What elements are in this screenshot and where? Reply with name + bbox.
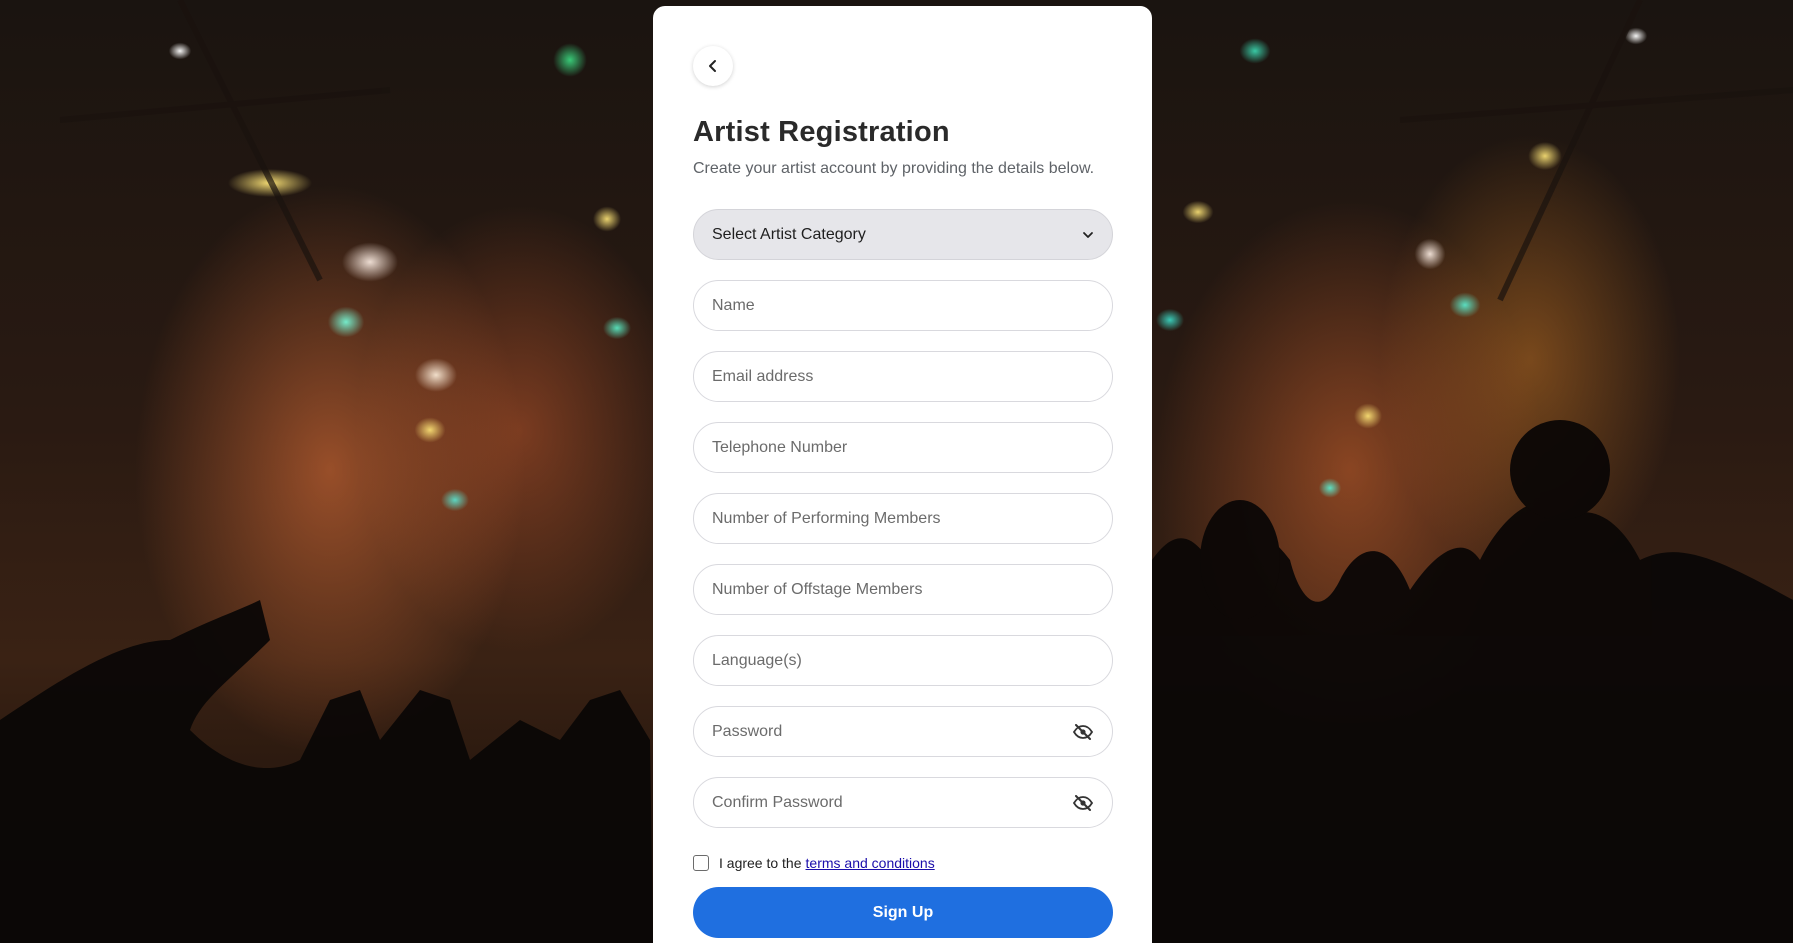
chevron-down-icon: [1082, 229, 1094, 241]
chevron-left-icon: [706, 59, 720, 73]
artist-category-select-label: Select Artist Category: [712, 225, 866, 243]
sign-up-button[interactable]: Sign Up: [693, 887, 1113, 938]
terms-link[interactable]: terms and conditions: [806, 855, 935, 871]
email-input[interactable]: [712, 367, 1094, 386]
password-field: [693, 706, 1113, 757]
eye-off-icon[interactable]: [1072, 721, 1094, 743]
email-field: [693, 351, 1113, 402]
terms-prefix-text: I agree to the: [719, 855, 802, 871]
name-input[interactable]: [712, 296, 1094, 315]
performing-members-field: [693, 493, 1113, 544]
terms-agreement: I agree to the terms and conditions: [693, 855, 935, 871]
confirm-password-input[interactable]: [712, 793, 1072, 812]
name-field: [693, 280, 1113, 331]
languages-field: [693, 635, 1113, 686]
registration-card: Artist Registration Create your artist a…: [653, 6, 1152, 943]
telephone-input[interactable]: [712, 438, 1094, 457]
password-input[interactable]: [712, 722, 1072, 741]
artist-category-select[interactable]: Select Artist Category: [693, 209, 1113, 260]
offstage-members-field: [693, 564, 1113, 615]
page-subtitle: Create your artist account by providing …: [693, 160, 1095, 177]
terms-checkbox[interactable]: [693, 855, 709, 871]
back-button[interactable]: [693, 46, 733, 86]
offstage-members-input[interactable]: [712, 580, 1094, 599]
languages-input[interactable]: [712, 651, 1094, 670]
performing-members-input[interactable]: [712, 509, 1094, 528]
eye-off-icon[interactable]: [1072, 792, 1094, 814]
telephone-field: [693, 422, 1113, 473]
confirm-password-field: [693, 777, 1113, 828]
page-title: Artist Registration: [693, 116, 950, 148]
